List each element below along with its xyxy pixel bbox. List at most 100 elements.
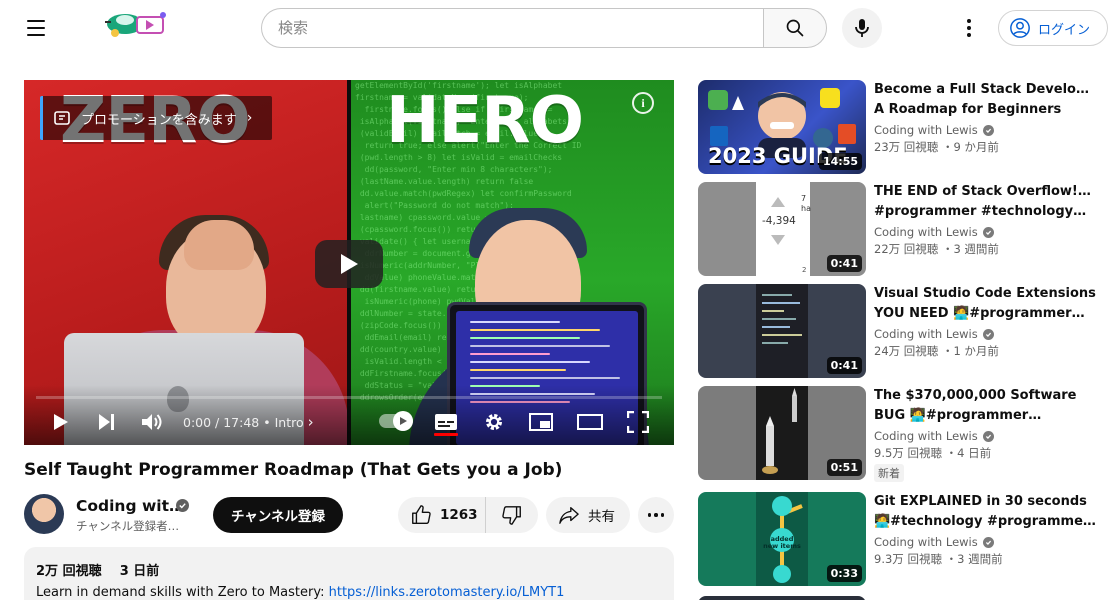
recommendation-stats: 23万 回視聴 ・9 か月前 bbox=[874, 140, 999, 154]
recommendation-channel: Coding with Lewis bbox=[874, 535, 1098, 549]
verified-check-icon bbox=[982, 430, 994, 442]
recommendation-thumbnail: 0:51 bbox=[698, 386, 866, 480]
like-dislike-group: 1263 bbox=[398, 497, 538, 533]
play-button[interactable] bbox=[46, 408, 74, 436]
theater-mode-button[interactable] bbox=[576, 408, 604, 436]
promotion-icon bbox=[54, 111, 70, 125]
video-player[interactable]: getElementById('firstname'); let isAlpha… bbox=[24, 80, 674, 445]
share-label: 共有 bbox=[588, 509, 615, 525]
search-button[interactable] bbox=[763, 8, 827, 48]
recommendation-title: Visual Studio Code Extensions bbox=[874, 286, 1096, 301]
channel-name: Coding with Lewis bbox=[874, 123, 978, 137]
theater-mode-icon bbox=[577, 414, 603, 430]
hamburger-menu-button[interactable] bbox=[20, 12, 52, 44]
settings-button[interactable] bbox=[480, 408, 508, 436]
chapter-title[interactable]: Intro bbox=[275, 415, 304, 430]
recommendation-thumbnail: -4,394 7 ha 2 0:41 bbox=[698, 182, 866, 276]
promotion-label: プロモーションを含みます bbox=[81, 112, 237, 128]
large-play-button[interactable] bbox=[315, 240, 383, 288]
fullscreen-icon bbox=[627, 411, 649, 433]
commit-label: added new items bbox=[763, 535, 801, 550]
recommendation-thumbnail: 2023 GUIDE 14:55 bbox=[698, 80, 866, 174]
recommendation-title: The $370,000,000 Software bbox=[874, 388, 1077, 403]
subtitles-button[interactable] bbox=[432, 408, 460, 436]
video-duration: 0:51 bbox=[826, 459, 862, 476]
overlay-word-right: HERO bbox=[386, 84, 584, 158]
subtitles-icon bbox=[435, 414, 457, 430]
description-link[interactable]: https://links.zerotomastery.io/LMYT1 bbox=[329, 585, 565, 600]
channel-name[interactable]: Coding wit… bbox=[76, 497, 185, 515]
card-text-fragment: 2 bbox=[802, 266, 807, 274]
volume-button[interactable] bbox=[138, 408, 166, 436]
miniplayer-button[interactable] bbox=[527, 408, 555, 436]
paid-promotion-badge[interactable]: プロモーションを含みます › bbox=[40, 96, 272, 140]
youtube-doodle-logo[interactable] bbox=[103, 7, 169, 41]
recommendation-item[interactable]: -4,394 7 ha 2 0:41 THE END of Stack Over… bbox=[698, 182, 1098, 276]
recommendation-info: Git EXPLAINED in 30 seconds 🧑‍💻#technolo… bbox=[874, 492, 1098, 567]
recommendation-item[interactable]: 0:41 Visual Studio Code Extensions YOU N… bbox=[698, 284, 1098, 378]
description-prefix: Learn in demand skills with Zero to Mast… bbox=[36, 585, 329, 600]
kebab-dot-icon bbox=[967, 33, 971, 37]
description-text: Learn in demand skills with Zero to Mast… bbox=[36, 585, 662, 600]
thumbs-down-icon bbox=[502, 506, 521, 525]
video-duration: 14:55 bbox=[818, 153, 862, 170]
next-button[interactable] bbox=[92, 408, 120, 436]
recommendation-stats: 22万 回視聴 ・3 週間前 bbox=[874, 242, 999, 256]
chapter-separator: • bbox=[263, 415, 275, 430]
recommendation-info: Visual Studio Code Extensions YOU NEED 🧑… bbox=[874, 284, 1098, 359]
channel-name: Coding with Lewis bbox=[874, 535, 978, 549]
play-icon bbox=[341, 254, 358, 274]
like-button[interactable]: 1263 bbox=[398, 497, 486, 533]
recommendation-stats: 9.3万 回視聴 ・3 週間前 bbox=[874, 552, 1003, 566]
info-icon[interactable]: i bbox=[632, 92, 654, 114]
chevron-right-icon: › bbox=[307, 413, 314, 431]
recommendation-item[interactable]: 2023 GUIDE 14:55 Become a Full Stack Dev… bbox=[698, 80, 1098, 174]
share-button[interactable]: 共有 bbox=[546, 497, 630, 533]
search-input[interactable] bbox=[261, 8, 763, 48]
thumbs-up-icon bbox=[412, 505, 431, 524]
recommendation-title: Git EXPLAINED in 30 seconds bbox=[874, 494, 1087, 509]
time-value: 0:00 / 17:48 bbox=[183, 415, 260, 430]
recommendation-channel: Coding with Lewis bbox=[874, 225, 1098, 239]
voice-search-button[interactable] bbox=[842, 8, 882, 48]
description-meta: 2万 回視聴 3 日前 bbox=[36, 560, 662, 579]
autoplay-toggle[interactable] bbox=[379, 411, 413, 431]
recommendation-item[interactable]: 0:51 The $370,000,000 Software BUG 🧑‍💻#p… bbox=[698, 386, 1098, 482]
recommendation-channel: Coding with Lewis bbox=[874, 429, 1098, 443]
vote-count: -4,394 bbox=[762, 215, 796, 227]
menu-icon-bar bbox=[27, 20, 45, 22]
chevron-right-icon: › bbox=[246, 110, 253, 126]
more-dot-icon bbox=[660, 513, 665, 517]
description-box[interactable]: 2万 回視聴 3 日前 Learn in demand skills with … bbox=[24, 547, 674, 600]
login-button[interactable]: ログイン bbox=[998, 10, 1108, 46]
verified-check-icon bbox=[982, 226, 994, 238]
verified-check-icon bbox=[982, 328, 994, 340]
subscriber-count: チャンネル登録者… bbox=[76, 519, 180, 533]
more-actions-button[interactable] bbox=[638, 497, 674, 533]
upvote-arrow-icon bbox=[771, 197, 785, 207]
new-badge: 新着 bbox=[874, 464, 904, 482]
recommendation-thumbnail: 0:41 bbox=[698, 284, 866, 378]
subtitles-active-indicator bbox=[434, 433, 458, 436]
search-bar bbox=[261, 8, 827, 48]
settings-menu-button[interactable] bbox=[955, 12, 983, 44]
play-icon bbox=[54, 414, 68, 430]
fullscreen-button[interactable] bbox=[624, 408, 652, 436]
recommendation-item[interactable]: added new items 0:33 Git EXPLAINED in 30… bbox=[698, 492, 1098, 586]
more-dot-icon bbox=[647, 513, 652, 517]
subscribe-button[interactable]: チャンネル登録 bbox=[213, 497, 343, 533]
channel-avatar[interactable] bbox=[24, 494, 64, 534]
recommendation-title: #programmer #technology… bbox=[874, 204, 1087, 219]
recommendation-info: THE END of Stack Overflow!? 🧑‍💻 #program… bbox=[874, 182, 1098, 257]
card-text-fragment: ha bbox=[801, 204, 811, 213]
video-duration: 0:41 bbox=[826, 255, 862, 272]
recommendation-stats: 9.5万 回視聴 ・4 日前 bbox=[874, 446, 992, 460]
channel-name: Coding with Lewis bbox=[874, 225, 978, 239]
progress-bar[interactable] bbox=[36, 396, 662, 399]
like-count: 1263 bbox=[440, 507, 478, 523]
video-duration: 0:41 bbox=[826, 357, 862, 374]
verified-check-icon bbox=[982, 536, 994, 548]
dislike-button[interactable] bbox=[486, 497, 538, 533]
recommendation-thumbnail-partial[interactable] bbox=[698, 596, 866, 600]
gear-icon bbox=[486, 414, 502, 430]
